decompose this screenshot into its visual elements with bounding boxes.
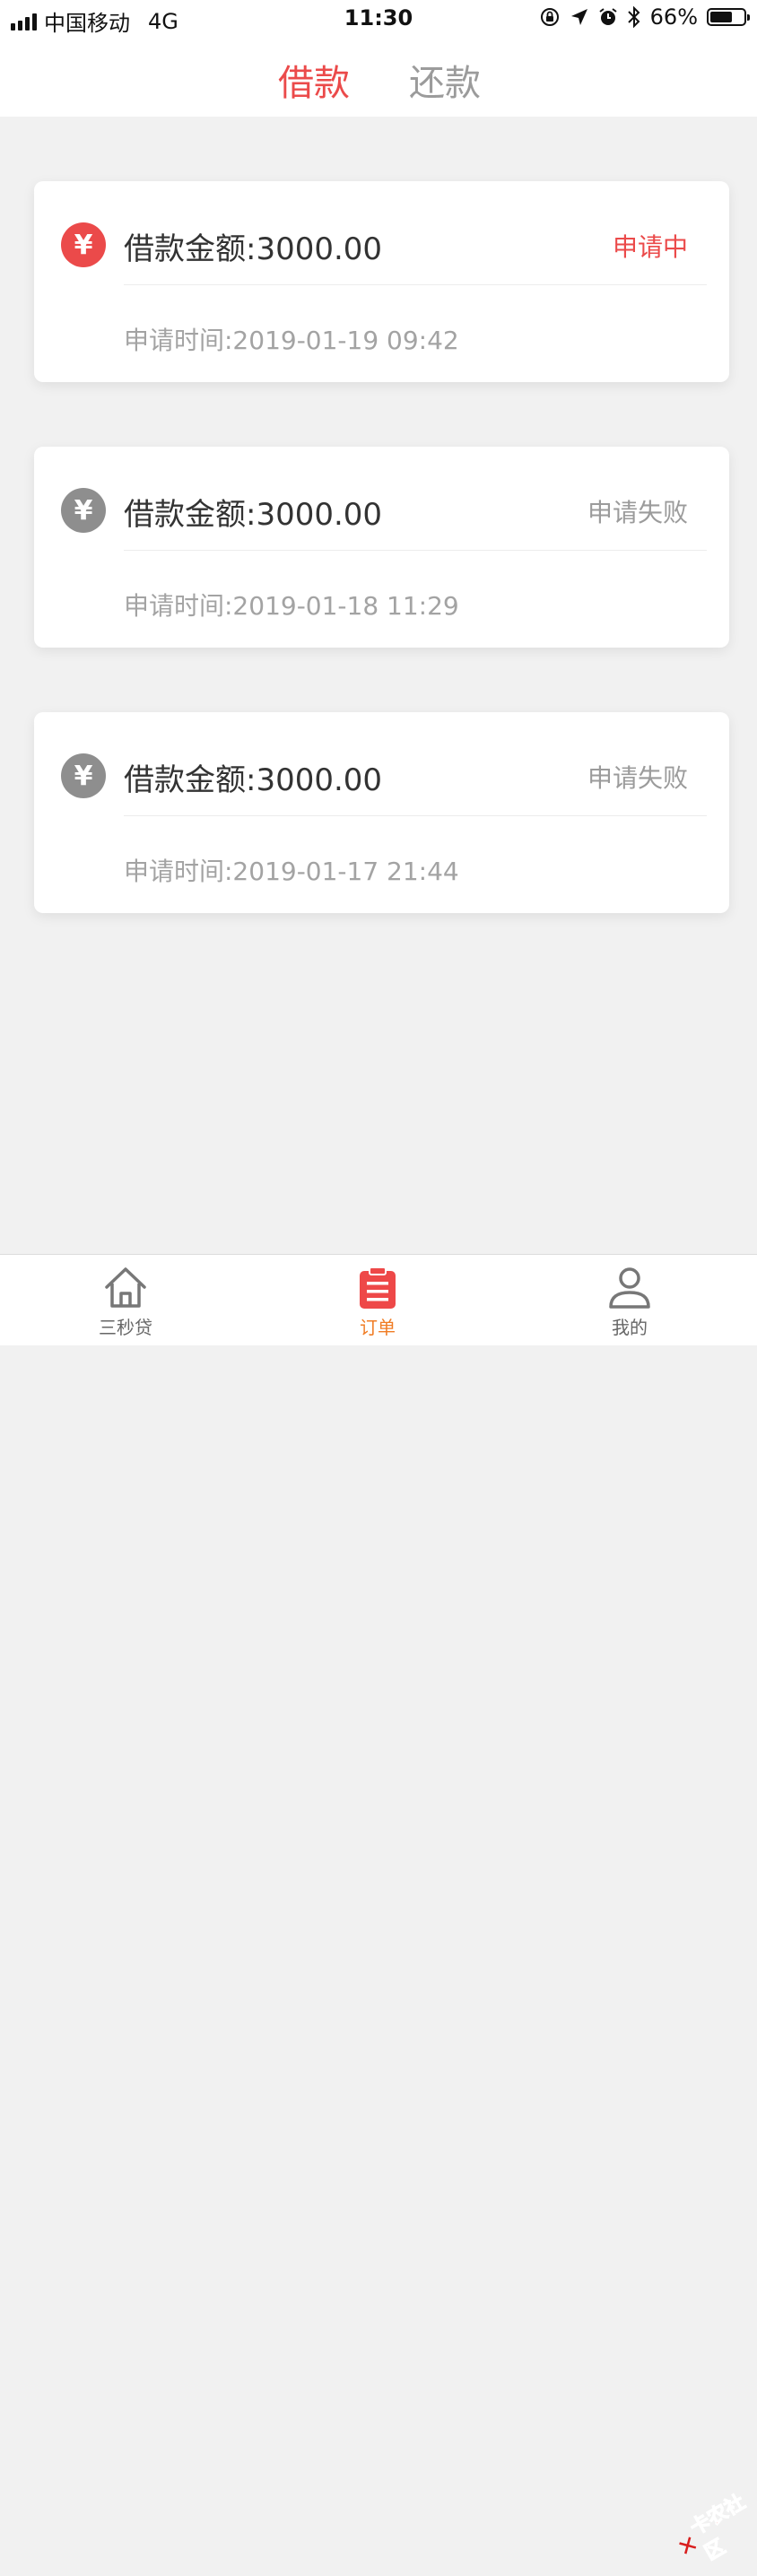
order-status: 申请中	[612, 232, 688, 262]
nav-orders-label: 订单	[360, 1317, 396, 1338]
tab-repay[interactable]: 还款	[409, 54, 481, 106]
order-amount: 借款金额:3000.00	[124, 231, 383, 267]
battery-icon	[707, 8, 750, 26]
order-apply-time: 申请时间:2019-01-17 21:44	[124, 857, 459, 886]
clipboard-icon	[360, 1266, 396, 1309]
yuan-icon: ¥	[61, 753, 106, 798]
watermark-logo: ✕ 卡农社区	[666, 2481, 757, 2576]
order-card[interactable]: ¥ 借款金额:3000.00 申请失败 申请时间:2019-01-17 21:4…	[34, 712, 729, 913]
order-amount: 借款金额:3000.00	[124, 497, 383, 533]
home-icon	[105, 1267, 146, 1308]
order-status: 申请失败	[587, 763, 688, 793]
order-card[interactable]: ¥ 借款金额:3000.00 申请失败 申请时间:2019-01-18 11:2…	[34, 447, 729, 648]
nav-mine-label: 我的	[612, 1317, 648, 1338]
yuan-icon: ¥	[61, 222, 106, 267]
divider	[124, 284, 707, 285]
bottom-nav: 三秒贷 订单 我的 ✕ 卡农社区	[0, 1254, 757, 2565]
order-amount: 借款金额:3000.00	[124, 762, 383, 798]
order-status: 申请失败	[587, 498, 688, 527]
tab-borrow[interactable]: 借款	[278, 54, 350, 106]
divider	[124, 550, 707, 551]
divider	[124, 815, 707, 816]
nav-home[interactable]: 三秒贷	[72, 1266, 179, 1339]
status-bar: 中国移动 4G 11:30 66%	[0, 0, 757, 39]
order-apply-time: 申请时间:2019-01-18 11:29	[124, 591, 459, 621]
yuan-icon: ¥	[61, 488, 106, 533]
battery-percent: 66%	[649, 4, 698, 30]
alarm-icon	[599, 8, 617, 25]
location-icon	[570, 9, 587, 25]
user-icon	[609, 1267, 650, 1309]
bluetooth-icon	[627, 6, 640, 28]
rotation-lock-icon	[540, 8, 559, 26]
nav-home-label: 三秒贷	[99, 1317, 152, 1338]
order-apply-time: 申请时间:2019-01-19 09:42	[124, 326, 459, 355]
nav-orders[interactable]: 订单	[324, 1266, 431, 1339]
nav-mine[interactable]: 我的	[576, 1266, 683, 1339]
order-type-tabs: 借款 还款	[0, 39, 757, 117]
order-card[interactable]: ¥ 借款金额:3000.00 申请中 申请时间:2019-01-19 09:42	[34, 181, 729, 382]
